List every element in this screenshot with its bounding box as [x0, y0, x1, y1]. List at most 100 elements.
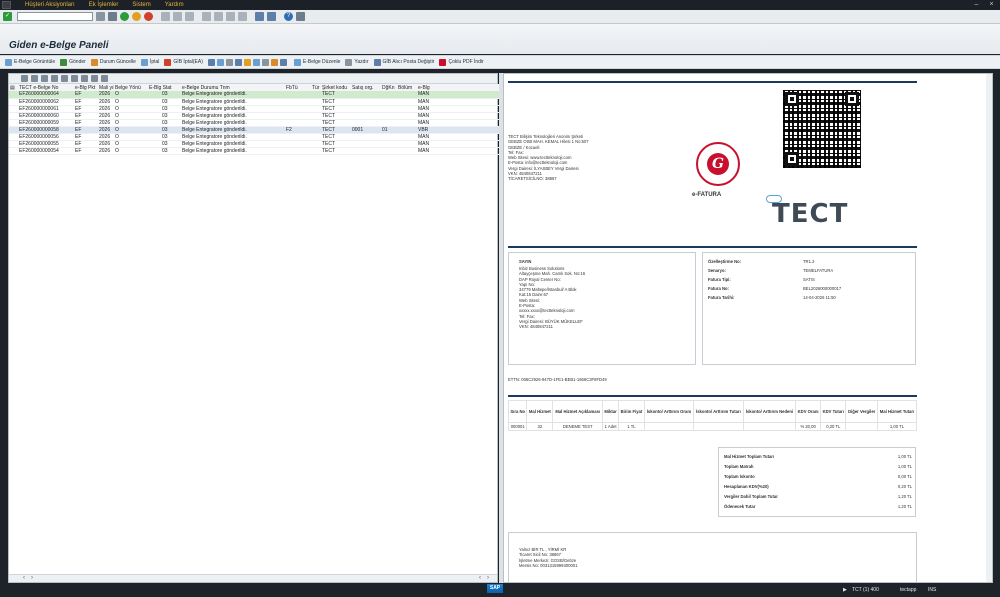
menu-item-customer-actions[interactable]: Hüşteri Aksiyonları [25, 2, 75, 8]
shortcut-icon[interactable] [267, 12, 276, 21]
sum-icon[interactable] [71, 75, 78, 82]
menu-item-extras[interactable]: Ek İşlemler [89, 2, 119, 8]
row-selector[interactable] [9, 133, 18, 141]
items-cell: 000001 [507, 422, 528, 431]
select-all-icon[interactable]: ▤ [9, 84, 18, 91]
filter-icon[interactable] [61, 75, 68, 82]
change-mail-button[interactable]: GİB Alıcı Posta Değiştir [373, 58, 434, 66]
table-row[interactable]: EF260000000054 EF 2026 O 03 Belge Entegratore… [9, 147, 499, 155]
row-selector[interactable] [9, 147, 18, 155]
layout-menu-icon[interactable] [296, 12, 305, 21]
tool-icon-8[interactable] [270, 58, 278, 66]
col-header[interactable]: FbTü [285, 84, 311, 91]
find-icon[interactable] [51, 75, 58, 82]
row-selector[interactable] [9, 98, 18, 106]
col-header[interactable]: e-Blg Pkt [74, 84, 98, 91]
find-icon[interactable] [173, 12, 182, 21]
tool-icon-1[interactable] [207, 58, 215, 66]
table-row[interactable]: EF260000000060 EF 2026 O 03 Belge Entegratore… [9, 112, 499, 120]
exit-icon[interactable] [132, 12, 141, 21]
col-header[interactable]: Satış org. [351, 84, 381, 91]
menu-item-system[interactable]: Sistem [132, 2, 150, 8]
row-selector[interactable] [9, 126, 18, 134]
command-field[interactable] [17, 12, 93, 21]
tect-logo: TECT [772, 199, 849, 229]
table-row[interactable]: EF260000000061 EF 2026 O 03 Belge Entegratore… [9, 105, 499, 113]
print-icon[interactable] [81, 75, 88, 82]
find-next-icon[interactable] [185, 12, 194, 21]
table-cell [285, 105, 311, 113]
row-selector[interactable] [9, 140, 18, 148]
table-row[interactable]: EF260000000058 EF 2026 O 03 Belge Entegratore… [9, 126, 499, 134]
tool-icon-2[interactable] [216, 58, 224, 66]
edit-ebelge-button[interactable]: E-Belge Düzenle [293, 58, 340, 66]
table-row[interactable]: EF260000000056 EF 2026 O 03 Belge Entegratore… [9, 133, 499, 141]
enter-icon[interactable]: ✓ [3, 12, 12, 21]
col-header[interactable]: E-Blg Stat [148, 84, 181, 91]
col-header[interactable]: Bölüm [397, 84, 417, 91]
sort-asc-icon[interactable] [31, 75, 38, 82]
tool-icon-5[interactable] [243, 58, 251, 66]
tool-icon-4[interactable] [234, 58, 242, 66]
sap-menu-icon[interactable] [2, 1, 11, 9]
print-icon[interactable] [161, 12, 170, 21]
update-status-button[interactable]: Durum Güncelle [90, 58, 136, 66]
history-icon[interactable] [96, 12, 105, 21]
scroll-right-end-icon[interactable]: › [487, 575, 489, 581]
last-page-icon[interactable] [238, 12, 247, 21]
tool-icon-7[interactable] [261, 58, 269, 66]
vertical-scrollbar[interactable] [986, 74, 992, 582]
footer-lines: Yalnız BİR TL , YİRMİ KR Ticaret Sicil No… [519, 547, 577, 568]
horizontal-scrollbar[interactable]: ‹ › ‹ › [9, 574, 497, 582]
col-header[interactable]: Mali yıl [98, 84, 114, 91]
row-selector[interactable] [9, 119, 18, 127]
send-button[interactable]: Gönder [60, 58, 86, 66]
col-header[interactable]: Şirket kodu [321, 84, 351, 91]
sort-desc-icon[interactable] [41, 75, 48, 82]
small-tool-icons[interactable] [207, 58, 289, 66]
col-header[interactable]: e-Belge Durumu Tnm [181, 84, 285, 91]
row-selector[interactable] [9, 105, 18, 113]
layout-icon[interactable] [101, 75, 108, 82]
col-header[interactable]: DğKn [381, 84, 397, 91]
status-arrow-icon[interactable]: ▶ [843, 587, 847, 593]
first-page-icon[interactable] [202, 12, 211, 21]
scroll-right-icon[interactable]: › [31, 575, 33, 581]
table-row[interactable]: EF260000000055 EF 2026 O 03 Belge Entegratore… [9, 140, 499, 148]
new-session-icon[interactable] [255, 12, 264, 21]
cancel-icon[interactable] [144, 12, 153, 21]
col-header[interactable]: Tür [311, 84, 321, 91]
status-system[interactable]: TCT (1) 400 [852, 587, 879, 593]
export-icon[interactable] [91, 75, 98, 82]
total-label: Mal Hizmet Toplam Tutarı [724, 454, 775, 459]
col-header[interactable]: Belge Yönü [114, 84, 148, 91]
table-row[interactable]: EF260000000064 EF 2026 O 03 Belge Entegratore… [9, 91, 499, 99]
gib-cancel-button[interactable]: GİB İptal(EA) [164, 58, 203, 66]
row-selector[interactable] [9, 91, 18, 99]
help-icon[interactable]: ? [284, 12, 293, 21]
cancel-doc-button[interactable]: İptal [140, 58, 159, 66]
tool-icon-6[interactable] [252, 58, 260, 66]
back-icon[interactable] [120, 12, 129, 21]
print-button[interactable]: Yazdır [345, 58, 369, 66]
items-col-header: Mal Hizmet Tutarı [876, 400, 918, 423]
tool-icon-3[interactable] [225, 58, 233, 66]
table-cell: EF [74, 140, 98, 148]
table-row[interactable]: EF260000000062 EF 2026 O 03 Belge Entegratore… [9, 98, 499, 106]
minimize-icon[interactable]: – [972, 1, 981, 9]
detail-icon[interactable] [21, 75, 28, 82]
col-header[interactable]: TECT e-Belge No [18, 84, 74, 91]
multi-pdf-button[interactable]: Çoklu PDF İndir [439, 58, 484, 66]
close-icon[interactable]: × [987, 1, 996, 9]
save-icon[interactable] [108, 12, 117, 21]
table-row[interactable]: EF260000000059 EF 2026 O 03 Belge Entegratore… [9, 119, 499, 127]
col-header[interactable]: e-Blg [417, 84, 445, 91]
menu-item-help[interactable]: Yardım [165, 2, 184, 8]
display-ebelge-button[interactable]: E-Belge Görüntüle [5, 58, 55, 66]
next-page-icon[interactable] [226, 12, 235, 21]
scroll-left-end-icon[interactable]: ‹ [479, 575, 481, 581]
prev-page-icon[interactable] [214, 12, 223, 21]
tool-icon-9[interactable] [279, 58, 287, 66]
row-selector[interactable] [9, 112, 18, 120]
scroll-left-icon[interactable]: ‹ [23, 575, 25, 581]
